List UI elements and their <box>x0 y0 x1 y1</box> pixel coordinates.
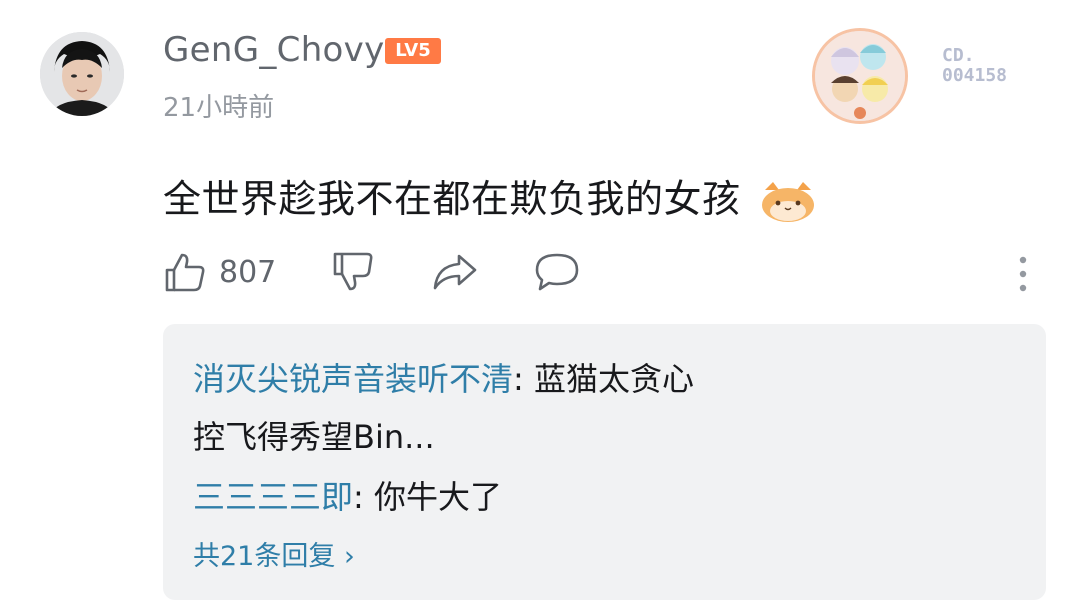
share-button[interactable] <box>431 250 479 294</box>
reply-text: 蓝猫太贪心 <box>533 360 694 398</box>
comment-icon <box>535 253 579 291</box>
thumbs-down-icon <box>333 252 373 291</box>
user-avatar[interactable] <box>40 32 124 116</box>
cat-face-emoji-icon <box>762 181 815 222</box>
view-all-replies-link[interactable]: 共21条回复 › <box>193 534 355 573</box>
comment-username[interactable]: GenG_Chovy <box>163 30 385 70</box>
like-button[interactable]: 807 <box>163 250 276 294</box>
reply-item[interactable]: 三三三三即: 你牛大了 <box>193 472 502 518</box>
reply-text-continuation: 控飞得秀望Bin... <box>193 418 435 456</box>
replies-preview[interactable]: 消灭尖锐声音装听不清: 蓝猫太贪心 控飞得秀望Bin... 三三三三即: 你牛大… <box>163 324 1046 600</box>
share-icon <box>433 254 477 290</box>
comment-text: 全世界趁我不在都在欺负我的女孩 <box>163 177 741 221</box>
avatar-image <box>40 32 124 116</box>
comment-text-row: 全世界趁我不在都在欺负我的女孩 <box>163 168 817 224</box>
dislike-button[interactable] <box>331 250 375 294</box>
reply-text: 你牛大了 <box>373 478 502 516</box>
fan-decoration-badge[interactable] <box>812 28 908 124</box>
like-count: 807 <box>219 254 277 290</box>
decoration-number-value: 004158 <box>942 65 1008 86</box>
decoration-number: CD. 004158 <box>942 46 1007 86</box>
reply-separator: : <box>353 478 374 516</box>
decoration-illustration <box>815 31 905 121</box>
reply-separator: : <box>513 360 534 398</box>
action-bar: 807 <box>163 250 1043 300</box>
comment-time: 21小時前 <box>163 93 275 123</box>
more-vertical-icon <box>1019 256 1027 292</box>
decoration-number-prefix: CD. <box>942 45 975 66</box>
reply-item[interactable]: 消灭尖锐声音装听不清: 蓝猫太贪心 <box>193 354 694 400</box>
reply-username[interactable]: 三三三三即 <box>193 478 353 516</box>
thumbs-up-icon <box>165 253 205 292</box>
more-options-button[interactable] <box>1013 252 1033 296</box>
reply-button[interactable] <box>533 250 581 294</box>
reply-username[interactable]: 消灭尖锐声音装听不清 <box>193 360 513 398</box>
level-badge: LV5 <box>385 38 441 64</box>
